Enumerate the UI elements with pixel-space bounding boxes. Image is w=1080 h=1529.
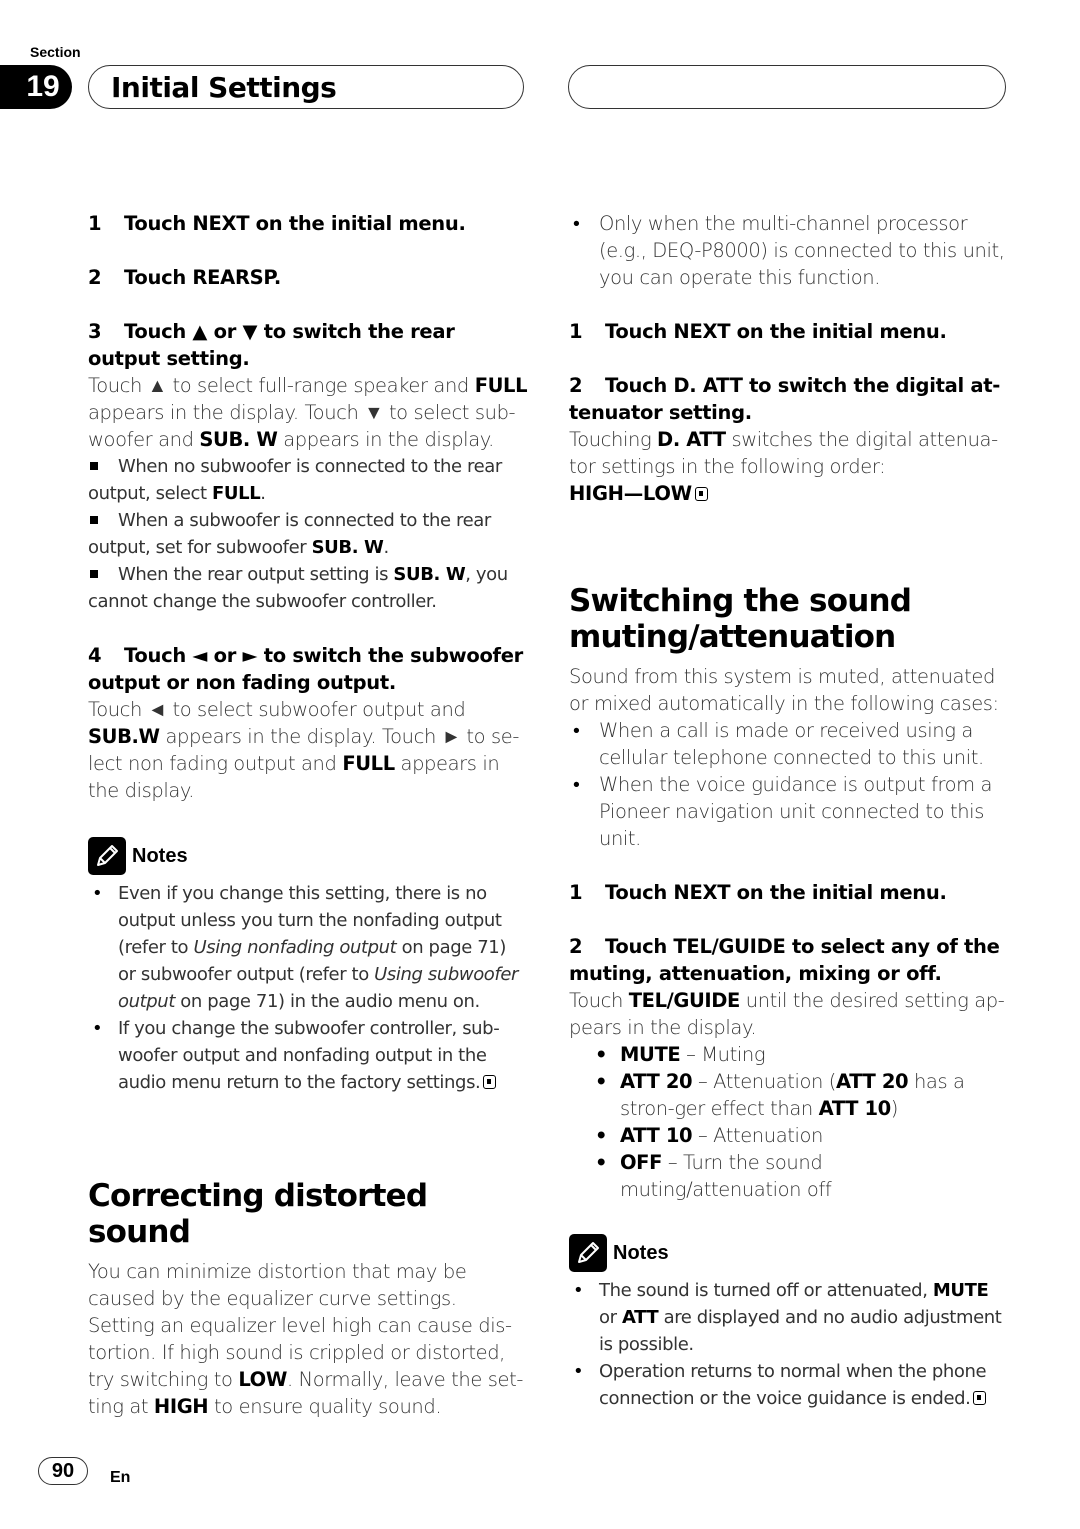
step-heading: 4 Touch ◄ or ► to switch the subwoofer ou… <box>88 644 523 694</box>
section-intro: Sound from this system is muted, attenua… <box>569 665 999 715</box>
note-item: The sound is turned off or attenuated, M… <box>569 1277 1009 1358</box>
option-item: MUTE – Muting <box>591 1041 1009 1068</box>
intro-bullets: Only when the multi-channel processor (e… <box>569 210 1009 291</box>
chapter-title-pill: Initial Settings <box>88 65 524 109</box>
section-heading: Switching the sound muting/attenuation <box>569 583 912 655</box>
notes-header: Notes <box>569 1233 1009 1273</box>
notes-list: The sound is turned off or attenuated, M… <box>569 1277 1009 1412</box>
step-heading: 1 Touch NEXT on the initial menu. <box>88 212 466 235</box>
section-number-badge: 19 <box>0 65 72 109</box>
chapter-title: Initial Settings <box>111 70 337 104</box>
case-item: When the voice guidance is output from a… <box>569 771 1009 852</box>
down-arrow-icon: ▼ <box>364 401 384 424</box>
step-heading: 3 Touch ▲ or ▼ to switch the rear output … <box>88 320 455 370</box>
right-arrow-icon: ► <box>242 644 258 667</box>
setting-order: HIGH—LOW <box>569 480 1009 507</box>
options-list: MUTE – Muting ATT 20 – Attenuation (ATT … <box>569 1041 1009 1203</box>
option-item: OFF – Turn the sound muting/attenuation … <box>591 1149 1009 1203</box>
end-of-section-icon <box>483 1075 497 1089</box>
page-number: 90 <box>38 1457 88 1485</box>
step-body: Touch ▲ to select full-range speaker and… <box>88 374 528 451</box>
section-heading: Correcting distorted sound <box>88 1178 428 1250</box>
step-body: Touch TEL/GUIDE until the desired settin… <box>569 989 1005 1039</box>
step-heading: 1 Touch NEXT on the initial menu. <box>569 320 947 343</box>
up-arrow-icon: ▲ <box>147 374 167 397</box>
up-arrow-icon: ▲ <box>192 320 208 343</box>
section-body: You can minimize distortion that may be … <box>88 1260 523 1418</box>
bullet-item: Only when the multi-channel processor (e… <box>569 210 1009 291</box>
notes-header: Notes <box>88 836 528 876</box>
option-item: ATT 10 – Attenuation <box>591 1122 1009 1149</box>
down-arrow-icon: ▼ <box>242 320 258 343</box>
step-heading: 1 Touch NEXT on the initial menu. <box>569 881 947 904</box>
language-code: En <box>110 1469 131 1486</box>
notes-title: Notes <box>132 844 188 867</box>
end-of-section-icon <box>973 1391 987 1405</box>
step-heading: 2 Touch REARSP. <box>88 266 281 289</box>
step-heading: 2 Touch TEL/GUIDE to select any of the mu… <box>569 935 1000 985</box>
section-label: Section <box>30 44 81 60</box>
notes-title: Notes <box>613 1241 669 1264</box>
note-item: Even if you change this setting, there i… <box>88 880 528 1015</box>
cases-list: When a call is made or received using a … <box>569 717 1009 852</box>
left-column: 1 Touch NEXT on the initial menu. 2 Touch … <box>88 210 528 1420</box>
square-bullet-icon <box>90 515 98 524</box>
tip-item: When the rear output setting is SUB. W, … <box>88 564 508 612</box>
empty-title-pill <box>568 65 1006 109</box>
end-of-section-icon <box>694 487 708 501</box>
step-body: Touch ◄ to select subwoofer output and S… <box>88 698 519 802</box>
left-arrow-icon: ◄ <box>192 644 208 667</box>
square-bullet-icon <box>90 461 98 470</box>
tip-item: When no subwoofer is connected to the re… <box>88 456 502 504</box>
step-heading: 2 Touch D. ATT to switch the digital at-t… <box>569 374 1001 424</box>
step-body: Touching D. ATT switches the digital att… <box>569 428 998 478</box>
tip-item: When a subwoofer is connected to the rea… <box>88 510 491 558</box>
pencil-icon <box>88 837 126 875</box>
case-item: When a call is made or received using a … <box>569 717 1009 771</box>
left-arrow-icon: ◄ <box>147 698 167 721</box>
pencil-icon <box>569 1234 607 1272</box>
notes-list: Even if you change this setting, there i… <box>88 880 528 1096</box>
right-column: Only when the multi-channel processor (e… <box>569 210 1009 1412</box>
option-item: ATT 20 – Attenuation (ATT 20 has a stron… <box>591 1068 1009 1122</box>
right-arrow-icon: ► <box>441 725 461 748</box>
square-bullet-icon <box>90 569 98 578</box>
note-item: If you change the subwoofer controller, … <box>88 1015 528 1096</box>
note-item: Operation returns to normal when the pho… <box>569 1358 1009 1412</box>
